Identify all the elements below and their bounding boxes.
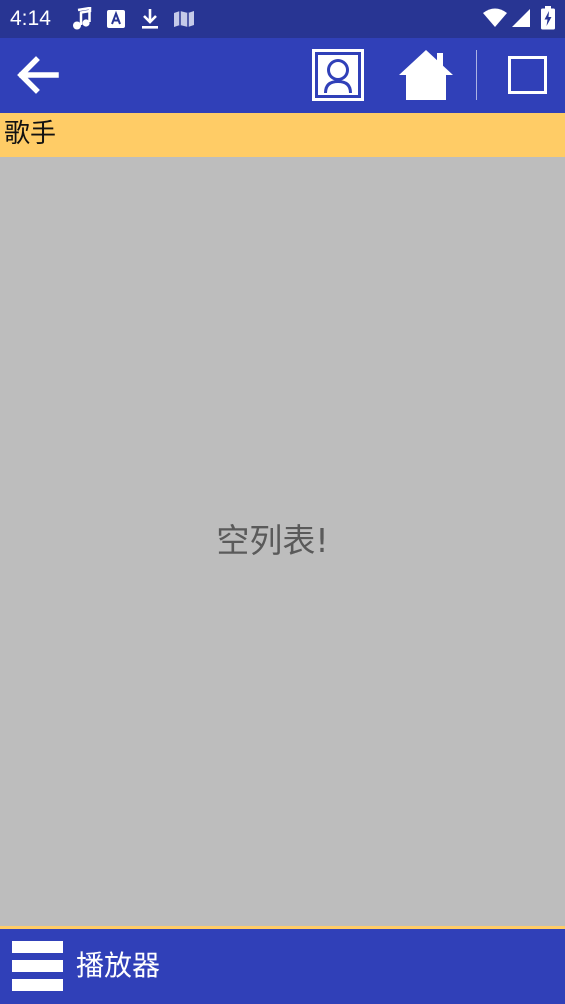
menu-icon[interactable] bbox=[12, 941, 63, 992]
bottom-bar: 播放器 bbox=[0, 929, 565, 1004]
status-bar: 4:14 bbox=[0, 0, 565, 38]
section-header: 歌手 bbox=[0, 113, 565, 157]
app-bar-divider bbox=[476, 50, 477, 100]
empty-list-message: 空列表! bbox=[216, 521, 329, 560]
app-bar bbox=[0, 38, 565, 113]
battery-charging-icon bbox=[541, 6, 555, 30]
square-icon[interactable] bbox=[508, 56, 547, 94]
song-list-area[interactable]: 空列表! bbox=[0, 157, 565, 926]
font-a-icon bbox=[107, 10, 125, 28]
download-icon bbox=[142, 9, 158, 29]
player-label[interactable]: 播放器 bbox=[76, 948, 160, 984]
section-title: 歌手 bbox=[4, 119, 57, 149]
wifi-icon bbox=[483, 8, 507, 27]
map-icon bbox=[174, 11, 194, 27]
home-icon[interactable] bbox=[398, 49, 454, 101]
music-note-icon bbox=[73, 7, 92, 30]
back-button[interactable] bbox=[14, 55, 60, 95]
status-time: 4:14 bbox=[10, 7, 51, 30]
signal-icon bbox=[512, 9, 530, 27]
contact-portrait-icon[interactable] bbox=[312, 49, 364, 101]
